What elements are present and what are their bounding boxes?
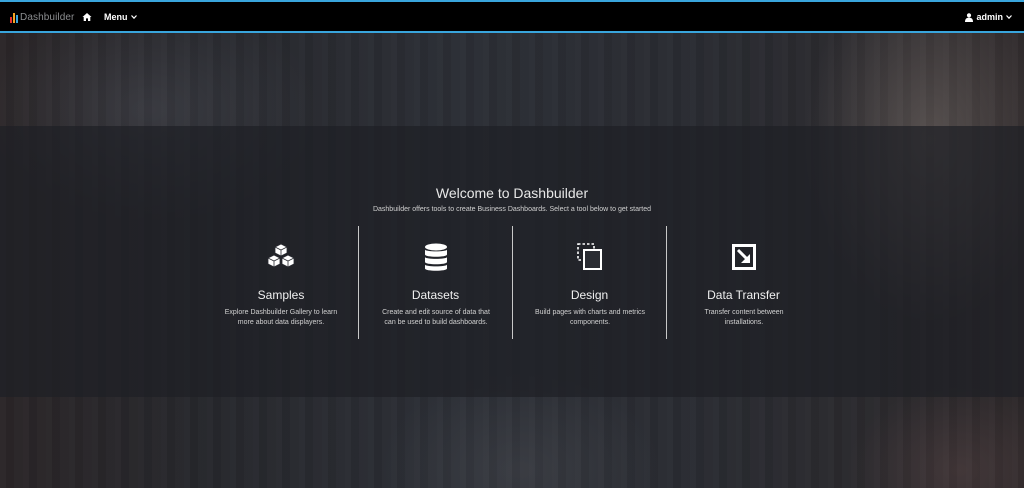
user-label: admin <box>976 12 1003 22</box>
tool-description: Create and edit source of data that can … <box>382 309 490 326</box>
import-arrow-icon <box>731 244 756 270</box>
tool-description: Build pages with charts and metrics comp… <box>534 309 646 326</box>
tool-title: Samples <box>257 288 305 302</box>
menu-dropdown[interactable]: Menu <box>104 12 137 22</box>
tool-design[interactable]: Design Build pages with charts and metri… <box>512 226 666 339</box>
tool-title: Datasets <box>411 288 460 302</box>
dashbuilder-logo-icon <box>10 12 19 23</box>
welcome-title: Welcome to Dashbuilder <box>435 185 589 201</box>
tool-description: Transfer content between installations. <box>704 309 784 326</box>
user-dropdown[interactable]: admin <box>965 12 1012 22</box>
user-icon <box>965 12 974 22</box>
tool-list: Samples Explore Dashbuilder Gallery to l… <box>204 226 820 339</box>
chevron-down-icon <box>130 15 137 19</box>
cubes-icon <box>267 243 295 268</box>
tool-data-transfer[interactable]: Data Transfer Transfer content between i… <box>666 226 820 339</box>
brand-name: Dashbuilder <box>20 12 75 23</box>
brand[interactable]: Dashbuilder <box>10 11 74 24</box>
tool-description: Explore Dashbuilder Gallery to learn mor… <box>224 309 338 326</box>
home-page: Dashbuilder Menu admin Welcome to Dashbu… <box>0 0 1024 488</box>
welcome-subtitle: Dashbuilder offers tools to create Busin… <box>372 206 652 213</box>
clone-icon <box>576 243 602 270</box>
tool-samples[interactable]: Samples Explore Dashbuilder Gallery to l… <box>204 226 358 339</box>
tool-title: Design <box>570 288 609 302</box>
top-navbar: Dashbuilder Menu admin <box>0 0 1024 33</box>
menu-label: Menu <box>104 12 128 22</box>
home-icon[interactable] <box>82 12 92 22</box>
database-icon <box>424 243 447 271</box>
tool-title: Data Transfer <box>707 288 780 302</box>
chevron-down-icon <box>1006 15 1012 19</box>
tool-datasets[interactable]: Datasets Create and edit source of data … <box>358 226 512 339</box>
